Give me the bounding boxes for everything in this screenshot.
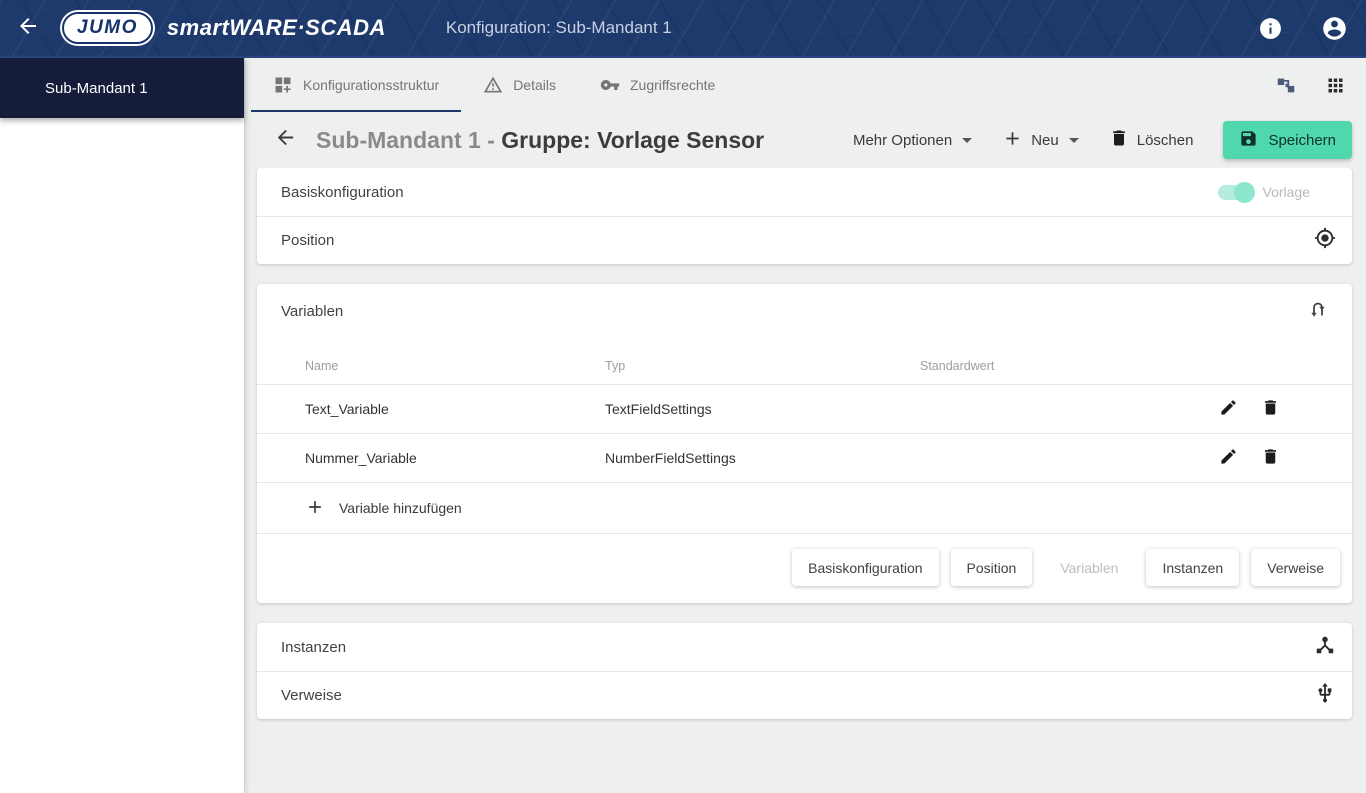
edit-variable-button[interactable] — [1219, 447, 1238, 469]
section-row-basiskonfiguration[interactable]: Basiskonfiguration Vorlage — [257, 168, 1352, 216]
delete-variable-button[interactable] — [1261, 398, 1280, 420]
vorlage-toggle[interactable] — [1217, 181, 1255, 203]
page-title-main: Gruppe: Vorlage Sensor — [501, 126, 765, 153]
more-options-button[interactable]: Mehr Optionen — [852, 131, 973, 149]
back-button[interactable] — [8, 8, 48, 48]
nav-button-position[interactable]: Position — [950, 549, 1033, 586]
section-nav-buttons: Basiskonfiguration Position Variablen In… — [257, 533, 1352, 603]
nav-button-basiskonfiguration[interactable]: Basiskonfiguration — [792, 549, 939, 586]
tab-zugriffsrechte[interactable]: Zugriffsrechte — [578, 58, 737, 112]
section-row-instanzen[interactable]: Instanzen — [257, 623, 1352, 671]
card-variablen: Variablen Name Typ Standardwert Text_Var… — [257, 284, 1352, 603]
trash-icon — [1109, 128, 1129, 152]
new-label: Neu — [1031, 131, 1059, 149]
account-icon[interactable] — [1321, 15, 1348, 42]
cell-name: Text_Variable — [305, 401, 389, 417]
trash-icon — [1261, 447, 1280, 469]
card-instanzen-verweise: Instanzen Verweise — [257, 623, 1352, 719]
nav-button-instanzen[interactable]: Instanzen — [1146, 549, 1240, 586]
card-basis-position: Basiskonfiguration Vorlage Position — [257, 168, 1352, 264]
device-hub-icon — [1314, 634, 1336, 661]
jumo-logo: JUMO — [62, 12, 153, 44]
edit-variable-button[interactable] — [1219, 398, 1238, 420]
add-variable-button[interactable]: Variable hinzufügen — [257, 482, 1352, 533]
delete-button[interactable]: Löschen — [1109, 128, 1194, 152]
column-header-standardwert: Standardwert — [920, 359, 995, 373]
section-label: Position — [281, 232, 335, 249]
vorlage-toggle-label: Vorlage — [1262, 184, 1310, 200]
trash-icon — [1261, 398, 1280, 420]
variablen-table-header: Name Typ Standardwert — [257, 338, 1352, 384]
dashboard-customize-icon — [273, 75, 293, 95]
sidebar: Sub-Mandant 1 — [0, 58, 245, 793]
delete-variable-button[interactable] — [1261, 447, 1280, 469]
usb-icon — [1314, 682, 1336, 709]
tab-details[interactable]: Details — [461, 58, 578, 112]
new-button[interactable]: Neu — [1002, 128, 1079, 153]
jumo-logo-text: JUMO — [77, 17, 138, 38]
page-back-button[interactable] — [268, 123, 302, 157]
cell-name: Nummer_Variable — [305, 450, 417, 466]
variablen-header: Variablen — [257, 284, 1352, 338]
tab-label: Konfigurationsstruktur — [303, 77, 440, 93]
tab-konfigurationsstruktur[interactable]: Konfigurationsstruktur — [251, 58, 462, 112]
section-label: Instanzen — [281, 638, 347, 656]
column-header-name: Name — [305, 359, 339, 373]
page-header: Sub-Mandant 1 - Gruppe: Vorlage Sensor M… — [245, 112, 1366, 168]
tab-bar: Konfigurationsstruktur Details Zugriffsr… — [245, 58, 1366, 112]
cell-typ: TextFieldSettings — [605, 401, 712, 417]
section-label: Verweise — [281, 687, 342, 704]
plus-icon — [305, 497, 325, 520]
plus-icon — [1002, 128, 1023, 153]
table-row-nummer-variable[interactable]: Nummer_Variable NumberFieldSettings — [257, 433, 1352, 482]
chevron-down-icon — [962, 137, 973, 143]
pencil-icon — [1219, 447, 1238, 469]
section-row-verweise[interactable]: Verweise — [257, 671, 1352, 719]
cell-typ: NumberFieldSettings — [605, 450, 736, 466]
apps-grid-icon[interactable] — [1325, 75, 1346, 96]
content-area: Basiskonfiguration Vorlage Position Vari… — [245, 168, 1366, 793]
arrow-left-icon — [16, 14, 40, 43]
save-button[interactable]: Speichern — [1223, 121, 1352, 159]
nav-button-verweise[interactable]: Verweise — [1251, 549, 1340, 586]
reorder-swap-icon[interactable] — [1306, 297, 1330, 326]
save-icon — [1239, 129, 1258, 152]
page-title: Sub-Mandant 1 - Gruppe: Vorlage Sensor — [316, 127, 764, 154]
add-variable-label: Variable hinzufügen — [339, 500, 462, 516]
section-label: Variablen — [281, 302, 344, 320]
more-options-label: Mehr Optionen — [852, 131, 953, 149]
top-app-bar: JUMO smartWARE·SCADA Konfiguration: Sub-… — [0, 0, 1366, 58]
section-label: Basiskonfiguration — [281, 183, 404, 201]
pencil-icon — [1219, 398, 1238, 420]
sidebar-item-label: Sub-Mandant 1 — [45, 79, 148, 97]
tab-label: Details — [513, 77, 556, 93]
column-header-typ: Typ — [605, 359, 626, 373]
info-icon[interactable] — [1258, 16, 1283, 41]
app-page-title: Konfiguration: Sub-Mandant 1 — [445, 18, 672, 37]
brand-title: smartWARE·SCADA — [166, 15, 386, 40]
save-label: Speichern — [1268, 131, 1336, 149]
tab-label: Zugriffsrechte — [629, 77, 716, 93]
page-title-prefix: Sub-Mandant 1 - — [316, 126, 502, 153]
my-location-icon — [1314, 227, 1336, 254]
sidebar-item-sub-mandant-1[interactable]: Sub-Mandant 1 — [0, 58, 244, 118]
chevron-down-icon — [1068, 137, 1079, 143]
key-icon — [600, 75, 620, 95]
section-row-position[interactable]: Position — [257, 216, 1352, 264]
warning-icon — [483, 75, 503, 95]
table-row-text-variable[interactable]: Text_Variable TextFieldSettings — [257, 384, 1352, 433]
arrow-left-icon — [274, 126, 297, 154]
nav-button-variablen: Variablen — [1044, 549, 1134, 586]
schema-tree-icon[interactable] — [1275, 74, 1297, 96]
delete-label: Löschen — [1136, 131, 1194, 149]
